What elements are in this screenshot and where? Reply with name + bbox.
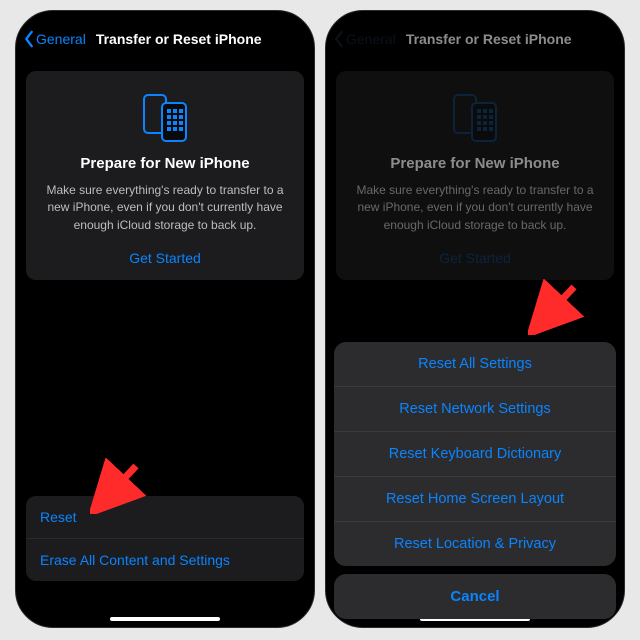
screenshot-left: General Transfer or Reset iPhone Prepare… — [15, 10, 315, 628]
reset-action-sheet: Reset All Settings Reset Network Setting… — [334, 342, 616, 619]
reset-row[interactable]: Reset — [26, 496, 304, 538]
options-list: Reset Erase All Content and Settings — [26, 496, 304, 581]
notch — [100, 11, 230, 33]
sheet-options: Reset All Settings Reset Network Setting… — [334, 342, 616, 566]
get-started-button[interactable]: Get Started — [40, 250, 290, 266]
page-title: Transfer or Reset iPhone — [96, 31, 262, 47]
cancel-button[interactable]: Cancel — [334, 574, 616, 619]
reset-home-screen-layout[interactable]: Reset Home Screen Layout — [334, 476, 616, 521]
home-indicator — [110, 617, 220, 621]
back-button[interactable]: General — [22, 30, 86, 48]
card-body: Make sure everything's ready to transfer… — [40, 182, 290, 234]
reset-keyboard-dictionary[interactable]: Reset Keyboard Dictionary — [334, 431, 616, 476]
notch — [410, 11, 540, 33]
screenshot-right: General Transfer or Reset iPhone Prepare… — [325, 10, 625, 628]
two-iphones-icon — [40, 91, 290, 143]
chevron-left-icon — [22, 30, 36, 48]
card-heading: Prepare for New iPhone — [40, 155, 290, 172]
reset-location-privacy[interactable]: Reset Location & Privacy — [334, 521, 616, 566]
erase-row[interactable]: Erase All Content and Settings — [26, 538, 304, 581]
prepare-card: Prepare for New iPhone Make sure everyth… — [26, 71, 304, 280]
back-label: General — [36, 31, 86, 47]
reset-all-settings[interactable]: Reset All Settings — [334, 342, 616, 386]
reset-network-settings[interactable]: Reset Network Settings — [334, 386, 616, 431]
